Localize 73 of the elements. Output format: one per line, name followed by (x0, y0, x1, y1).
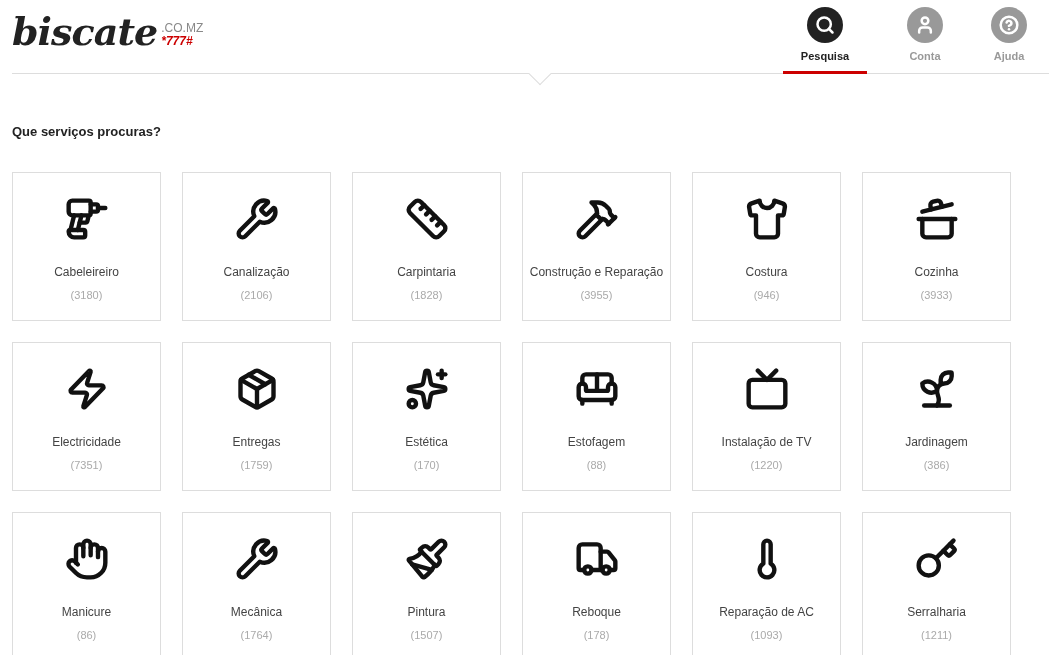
category-name: Pintura (407, 603, 446, 621)
category-count: (1211) (921, 627, 952, 643)
tv-icon (744, 366, 789, 411)
category-card[interactable]: Mecânica (1764) (182, 511, 331, 655)
category-name: Cozinha (914, 263, 959, 281)
category-card[interactable]: Jardinagem (386) (862, 341, 1011, 491)
category-name: Mecânica (230, 603, 283, 621)
category-count: (7351) (70, 457, 103, 473)
category-name: Estofagem (567, 433, 626, 451)
category-count: (1093) (750, 627, 783, 643)
shirt-icon (744, 196, 789, 241)
ruler-icon (404, 196, 449, 241)
category-count: (170) (413, 457, 440, 473)
logo-wordmark: biscate (12, 12, 158, 52)
category-card[interactable]: Entregas (1759) (182, 341, 331, 491)
category-card[interactable]: Cabeleireiro (3180) (12, 171, 161, 321)
category-count: (3180) (70, 287, 103, 303)
wrench-icon (234, 196, 279, 241)
category-name: Carpintaria (397, 263, 456, 281)
category-count: (1764) (240, 627, 273, 643)
category-card[interactable]: Pintura (1507) (352, 511, 501, 655)
paintbrush-icon (404, 536, 449, 581)
user-icon (907, 7, 943, 43)
category-card[interactable]: Reparação de AC (1093) (692, 511, 841, 655)
nav-tab[interactable]: Pesquisa (783, 7, 867, 74)
wrench-icon (234, 536, 279, 581)
category-count: (178) (583, 627, 610, 643)
category-count: (946) (753, 287, 780, 303)
category-name: Reparação de AC (719, 603, 814, 621)
category-count: (88) (586, 457, 607, 473)
category-card[interactable]: Estética (170) (352, 341, 501, 491)
category-count: (1828) (410, 287, 443, 303)
category-name: Reboque (572, 603, 621, 621)
category-name: Costura (745, 263, 788, 281)
category-name: Estética (405, 433, 448, 451)
help-icon (991, 7, 1027, 43)
category-name: Jardinagem (905, 433, 968, 451)
category-count: (2106) (240, 287, 273, 303)
category-name: Construção e Reparação (529, 263, 664, 281)
category-card[interactable]: Cozinha (3933) (862, 171, 1011, 321)
category-card[interactable]: Carpintaria (1828) (352, 171, 501, 321)
category-name: Instalação de TV (721, 433, 812, 451)
sparkles-icon (404, 366, 449, 411)
category-count: (3955) (580, 287, 613, 303)
cooking-pot-icon (914, 196, 959, 241)
category-count: (386) (923, 457, 950, 473)
drill-icon (64, 196, 109, 241)
category-name: Entregas (232, 433, 281, 451)
category-card[interactable]: Instalação de TV (1220) (692, 341, 841, 491)
hand-icon (64, 536, 109, 581)
logo-domain: .CO.MZ (161, 22, 204, 35)
category-name: Serralharia (907, 603, 966, 621)
category-card[interactable]: Electricidade (7351) (12, 341, 161, 491)
category-name: Electricidade (52, 433, 121, 451)
category-card[interactable]: Construção e Reparação (3955) (522, 171, 671, 321)
category-card[interactable]: Reboque (178) (522, 511, 671, 655)
section-heading: Que serviços procuras? (12, 123, 162, 141)
category-count: (86) (76, 627, 97, 643)
category-card[interactable]: Serralharia (1211) (862, 511, 1011, 655)
category-count: (3933) (920, 287, 953, 303)
logo-code: *777# (161, 35, 194, 48)
category-count: (1220) (750, 457, 783, 473)
key-icon (914, 536, 959, 581)
category-count: (1759) (240, 457, 273, 473)
category-card[interactable]: Costura (946) (692, 171, 841, 321)
category-name: Cabeleireiro (54, 263, 119, 281)
category-card[interactable]: Manicure (86) (12, 511, 161, 655)
category-card[interactable]: Canalização (2106) (182, 171, 331, 321)
category-card[interactable]: Estofagem (88) (522, 341, 671, 491)
category-count: (1507) (410, 627, 443, 643)
search-icon (807, 7, 843, 43)
category-name: Canalização (223, 263, 290, 281)
category-name: Manicure (61, 603, 112, 621)
